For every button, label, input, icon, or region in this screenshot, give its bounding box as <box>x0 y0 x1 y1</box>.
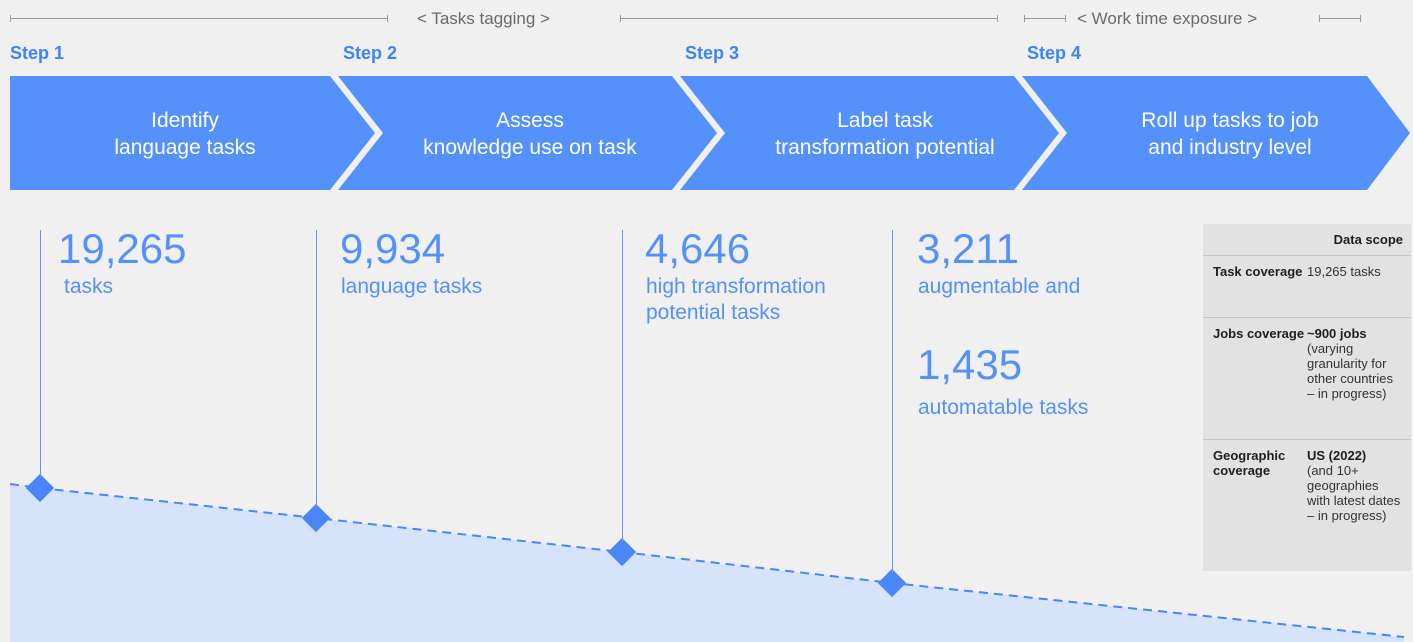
stat-2-number: 9,934 <box>340 225 446 272</box>
stat-5-desc: automatable tasks <box>918 396 1089 419</box>
task-coverage-row: Task coverage 19,265 tasks <box>1203 256 1411 318</box>
stat-1-connector <box>40 230 41 478</box>
stat-1-number: 19,265 <box>58 225 187 272</box>
geographic-coverage-value: US (2022) (and 10+ geographies with lates… <box>1307 448 1401 523</box>
stat-4-number: 3,211 <box>917 225 1019 272</box>
stat-3-desc: high transformation potential tasks <box>646 275 826 324</box>
geographic-coverage-row: Geographic coverage US (2022) (and 10+ ge… <box>1203 440 1411 571</box>
stat-3-number: 4,646 <box>645 225 751 272</box>
jobs-coverage-key: Jobs coverage <box>1213 326 1305 341</box>
geographic-coverage-key: Geographic coverage <box>1213 448 1286 478</box>
task-coverage-key: Task coverage <box>1213 264 1303 279</box>
stat-3-connector <box>622 230 623 542</box>
stat-5-number: 1,435 <box>917 341 1023 388</box>
stat-2-desc: language tasks <box>341 275 483 298</box>
task-coverage-value: 19,265 tasks <box>1307 264 1381 279</box>
jobs-coverage-row: Jobs coverage ~900 jobs (varying granular… <box>1203 318 1411 440</box>
stat-4-desc: augmentable and <box>918 275 1081 298</box>
data-scope-table: Data scope Task coverage 19,265 tasks Jo… <box>1203 224 1411 571</box>
stat-4-connector <box>892 230 893 573</box>
data-scope-header: Data scope <box>1203 224 1411 256</box>
jobs-coverage-value: ~900 jobs (varying granularity for other … <box>1307 326 1393 401</box>
stat-1-desc: tasks <box>64 275 114 298</box>
stat-2-connector <box>316 230 317 508</box>
